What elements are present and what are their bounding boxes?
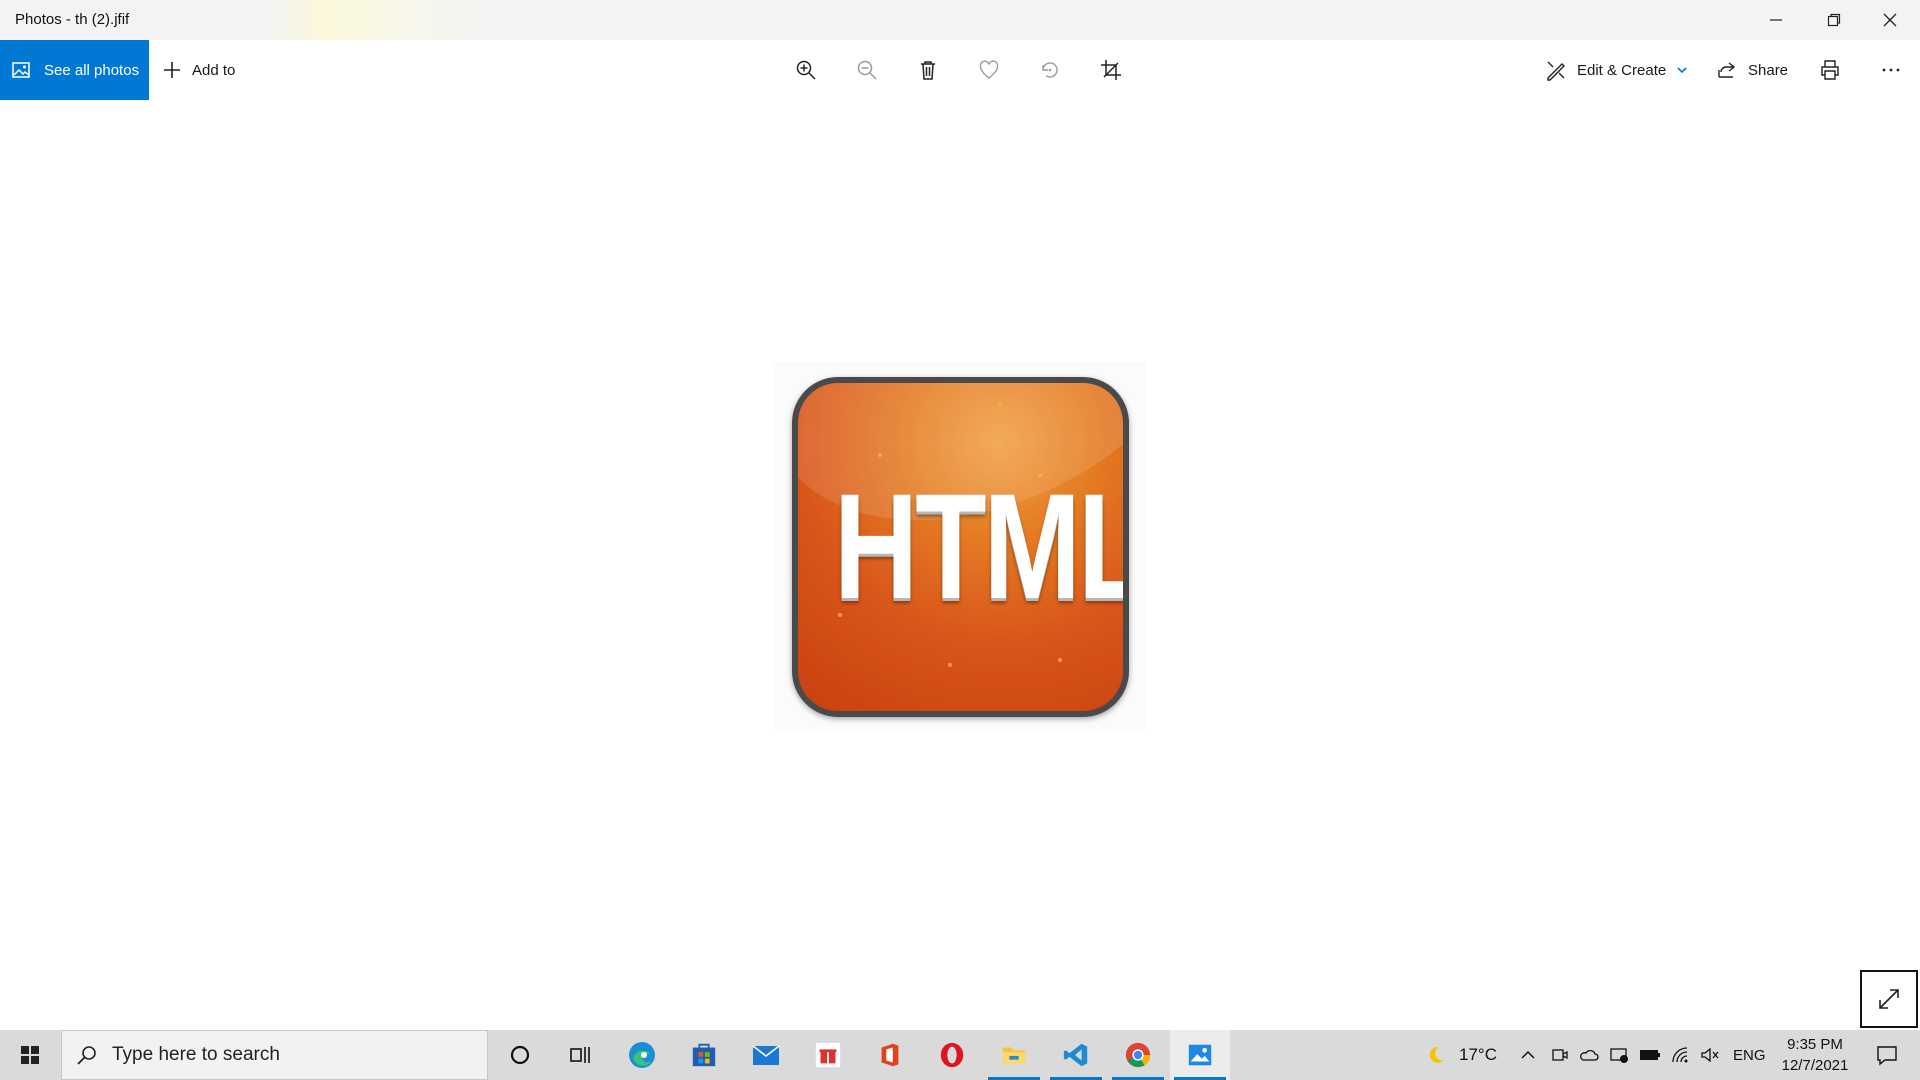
- rotate-button[interactable]: [1030, 50, 1070, 90]
- taskbar-search-box[interactable]: Type here to search: [61, 1030, 488, 1080]
- weather-widget[interactable]: 17°C: [1425, 1030, 1497, 1080]
- share-label: Share: [1748, 61, 1789, 79]
- heart-icon: [979, 60, 999, 79]
- title-bar: Photos - th (2).jfif: [0, 0, 1920, 40]
- search-icon: [77, 1046, 96, 1065]
- see-all-photos-label: See all photos: [44, 61, 140, 79]
- search-placeholder: Type here to search: [112, 1044, 280, 1065]
- print-button[interactable]: [1810, 50, 1850, 90]
- minimize-icon: [1770, 19, 1782, 21]
- edit-create-label: Edit & Create: [1577, 61, 1667, 79]
- edit-create-icon: [1547, 61, 1565, 81]
- weather-temperature: 17°C: [1459, 1045, 1497, 1064]
- crop-button[interactable]: [1091, 50, 1131, 90]
- restore-icon: [1827, 13, 1841, 27]
- plus-icon: [164, 62, 180, 78]
- taskbar-opera[interactable]: [922, 1030, 982, 1080]
- task-view-icon: [570, 1047, 590, 1063]
- show-hidden-icons-button[interactable]: [1520, 1030, 1536, 1080]
- wifi-icon: [1672, 1047, 1688, 1063]
- store-icon: [692, 1043, 716, 1067]
- tray-defender[interactable]: [1609, 1030, 1629, 1080]
- zoom-out-button[interactable]: [847, 50, 887, 90]
- html-logo-image: HTML: [792, 377, 1129, 717]
- edit-create-button[interactable]: Edit & Create: [1545, 40, 1688, 100]
- tray-network[interactable]: [1671, 1030, 1691, 1080]
- edge-browser-icon: [629, 1042, 655, 1068]
- fullscreen-button[interactable]: [1860, 970, 1918, 1028]
- share-icon: [1718, 62, 1736, 78]
- action-center-button[interactable]: [1862, 1030, 1912, 1080]
- task-view-button[interactable]: [550, 1030, 610, 1080]
- vscode-icon: [1063, 1043, 1088, 1067]
- chevron-up-icon: [1521, 1050, 1535, 1059]
- more-options-button[interactable]: [1871, 50, 1911, 90]
- taskbar-file-explorer[interactable]: [984, 1030, 1044, 1080]
- mail-icon: [752, 1045, 780, 1065]
- taskbar: Type here to search 17°C ENG 9:35 PM 12/…: [0, 1030, 1920, 1080]
- cortana-button[interactable]: [490, 1030, 550, 1080]
- expand-icon: [1879, 989, 1899, 1009]
- moon-icon: [1429, 1046, 1444, 1063]
- folder-icon: [1002, 1047, 1026, 1064]
- chevron-down-icon: [1677, 67, 1687, 74]
- taskbar-store[interactable]: [674, 1030, 734, 1080]
- html-logo-text: HTML: [833, 462, 1123, 630]
- clock-date: 12/7/2021: [1781, 1057, 1849, 1074]
- rotate-icon: [1042, 62, 1058, 78]
- tray-meet-now[interactable]: [1551, 1030, 1569, 1080]
- photo-icon: [12, 62, 30, 78]
- taskbar-vscode[interactable]: [1046, 1030, 1106, 1080]
- security-icon: [1610, 1048, 1628, 1063]
- photos-app-icon: [1188, 1044, 1212, 1066]
- taskbar-office[interactable]: [860, 1030, 920, 1080]
- ellipsis-icon: [1882, 68, 1900, 72]
- language-indicator: ENG: [1733, 1046, 1766, 1064]
- zoom-in-icon: [796, 60, 816, 80]
- tray-battery[interactable]: [1639, 1030, 1661, 1080]
- taskbar-mail[interactable]: [736, 1030, 796, 1080]
- trash-icon: [921, 61, 935, 80]
- taskbar-chrome[interactable]: [1108, 1030, 1168, 1080]
- cortana-icon: [510, 1045, 530, 1065]
- tray-volume[interactable]: [1700, 1030, 1720, 1080]
- restore-button[interactable]: [1806, 0, 1862, 40]
- see-all-photos-button[interactable]: See all photos: [0, 40, 149, 100]
- close-icon: [1883, 13, 1897, 27]
- favorite-button[interactable]: [969, 50, 1009, 90]
- taskbar-gift-app[interactable]: [798, 1030, 858, 1080]
- zoom-in-button[interactable]: [786, 50, 826, 90]
- battery-icon: [1640, 1050, 1660, 1060]
- close-button[interactable]: [1862, 0, 1918, 40]
- share-button[interactable]: Share: [1716, 40, 1788, 100]
- displayed-photo: HTML: [773, 362, 1146, 731]
- add-to-button[interactable]: Add to: [162, 40, 235, 100]
- taskbar-edge[interactable]: [612, 1030, 672, 1080]
- office-icon: [881, 1043, 899, 1067]
- toolbar: See all photos Add to Edit & Create Shar…: [0, 40, 1920, 100]
- zoom-out-icon: [857, 60, 877, 80]
- camera-icon: [1552, 1049, 1568, 1061]
- clock[interactable]: 9:35 PM 12/7/2021: [1770, 1034, 1860, 1076]
- volume-muted-icon: [1701, 1047, 1719, 1063]
- taskbar-photos[interactable]: [1170, 1030, 1230, 1080]
- crop-icon: [1101, 60, 1121, 80]
- add-to-label: Add to: [192, 61, 236, 79]
- windows-icon: [21, 1046, 39, 1064]
- tray-onedrive[interactable]: [1579, 1030, 1599, 1080]
- window-title: Photos - th (2).jfif: [15, 11, 130, 28]
- start-button[interactable]: [0, 1030, 60, 1080]
- notification-icon: [1877, 1046, 1897, 1066]
- cloud-icon: [1580, 1049, 1599, 1061]
- print-icon: [1821, 60, 1839, 80]
- tray-language[interactable]: ENG: [1733, 1030, 1766, 1080]
- opera-icon: [940, 1042, 964, 1068]
- minimize-button[interactable]: [1748, 0, 1804, 40]
- clock-time: 9:35 PM: [1787, 1036, 1843, 1053]
- delete-button[interactable]: [908, 50, 948, 90]
- gift-icon: [815, 1042, 841, 1068]
- chrome-icon: [1125, 1042, 1151, 1068]
